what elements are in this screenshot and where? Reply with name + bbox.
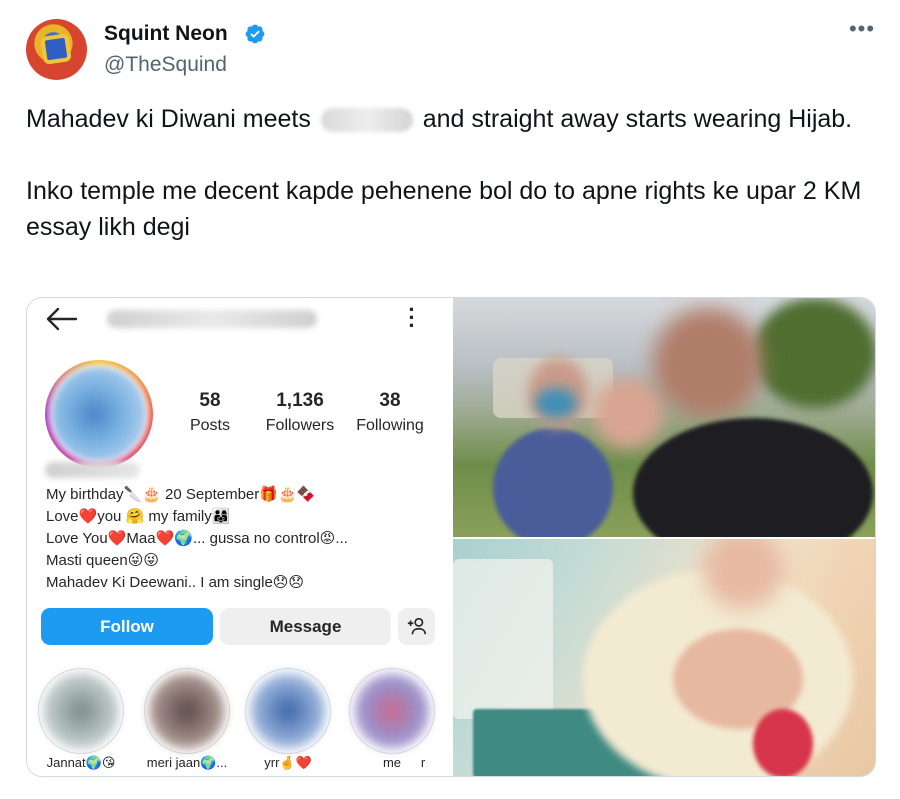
story-highlight	[245, 668, 331, 754]
add-person-icon	[407, 617, 426, 635]
tweet-text-part: and straight away starts wearing Hijab.	[422, 105, 853, 133]
profile-bio: My birthday🔪🎂 20 September🎁🎂🍫 Love❤️you …	[46, 484, 348, 594]
author-handle[interactable]: @TheSquind	[104, 52, 227, 78]
blurred-display-name	[45, 462, 140, 478]
stat-number: 1,136	[276, 390, 324, 411]
story-highlight	[38, 668, 124, 754]
stat-label: Followers	[265, 417, 335, 434]
story-highlight	[144, 668, 230, 754]
more-options-button[interactable]: •••	[846, 18, 878, 46]
vertical-dots-icon: · · ·	[408, 297, 416, 338]
author-avatar[interactable]	[26, 19, 87, 80]
profile-picture	[49, 364, 149, 464]
follow-button: Follow	[41, 608, 213, 645]
message-button: Message	[220, 608, 391, 645]
verified-badge-icon	[245, 24, 265, 44]
stat-number: 58	[199, 390, 221, 411]
stat-following: 38 Following	[354, 390, 426, 436]
highlight-label: yrr🤞❤️	[264, 755, 312, 770]
highlight-label: Jannat🌍😘	[46, 755, 116, 770]
blurred-username	[107, 310, 317, 328]
stat-number: 38	[379, 390, 401, 411]
instagram-screenshot[interactable]: · · · 58 Posts 1,136 Followers 38 Followin…	[27, 297, 453, 776]
tweet-text: Mahadev ki Diwani meets and straight awa…	[26, 101, 866, 245]
story-highlight	[349, 668, 435, 754]
tweet: Squint Neon @TheSquind ••• Mahadev ki Di…	[0, 0, 900, 799]
stat-label: Posts	[189, 417, 230, 434]
tweet-media[interactable]: · · · 58 Posts 1,136 Followers 38 Followin…	[26, 297, 876, 777]
stat-followers: 1,136 Followers	[263, 390, 337, 436]
media-divider	[453, 537, 875, 539]
author-name[interactable]: Squint Neon	[104, 21, 228, 47]
bio-line: Masti queen😜😜	[46, 552, 159, 569]
stat-label: Following	[356, 417, 424, 434]
arrow-left-icon	[46, 307, 78, 331]
bio-line: Love You❤️Maa❤️🌍... gussa no control😡...	[46, 530, 348, 547]
bio-line: Mahadev Ki Deewani.. I am single😞😞	[46, 574, 305, 591]
selfie-photo[interactable]	[453, 298, 875, 537]
stat-posts: 58 Posts	[187, 390, 233, 436]
tweet-text-part: Mahadev ki Diwani meets	[26, 105, 311, 133]
bio-line: My birthday🔪🎂 20 September🎁🎂🍫	[46, 486, 316, 503]
hijab-photo[interactable]	[453, 539, 875, 776]
redacted-word	[320, 108, 413, 133]
highlight-label: r	[420, 755, 426, 770]
add-person-button	[398, 608, 435, 645]
bio-line: Love❤️you 🤗 my family👨‍👩‍👧	[46, 508, 231, 525]
tweet-text-paragraph: Inko temple me decent kapde pehenene bol…	[26, 177, 862, 241]
highlight-label: meri jaan🌍...	[146, 755, 228, 770]
